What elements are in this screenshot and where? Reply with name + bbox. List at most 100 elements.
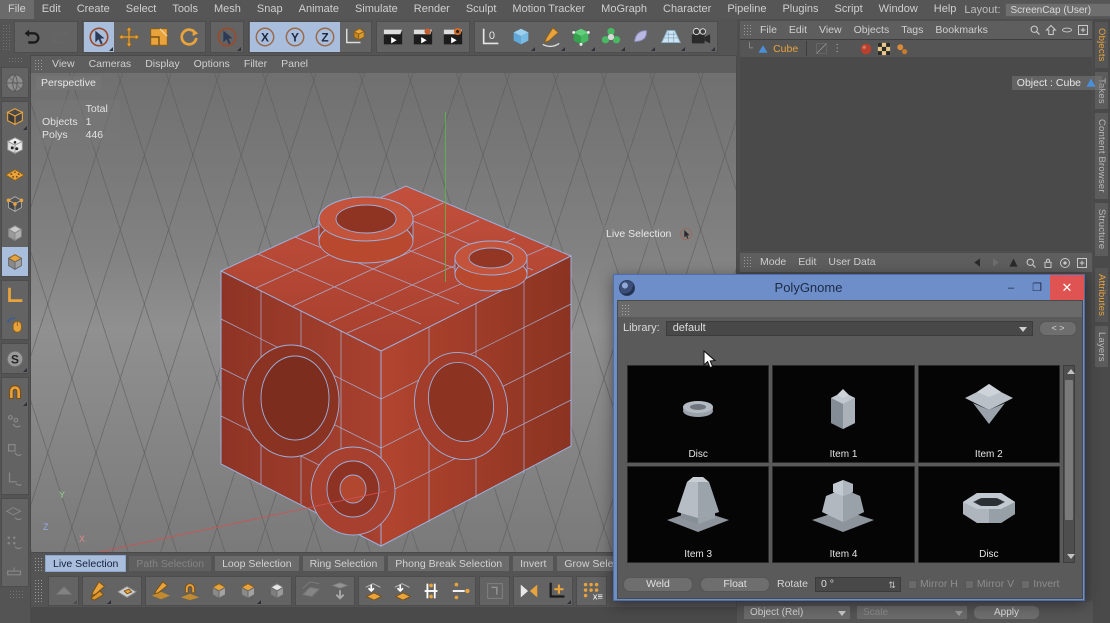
list-item[interactable]: Disc [627,365,769,463]
object-mode-select[interactable]: Object (Rel) [743,605,851,620]
selection-mode-button[interactable] [212,22,242,52]
viewport-menu-options[interactable]: Options [187,56,237,73]
toolbar-grip[interactable] [2,24,10,50]
eye-icon[interactable] [1061,24,1073,36]
menu-item-select[interactable]: Select [118,0,165,19]
menu-item-window[interactable]: Window [871,0,926,19]
object-manager-list[interactable]: └ Cube ⋮ [740,39,1092,251]
item-grid[interactable]: Disc Item 1 Item 2 [627,365,1075,563]
up-icon[interactable] [1007,256,1020,269]
grid-snap-button[interactable] [2,499,28,528]
viewport-menu-cameras[interactable]: Cameras [82,56,139,73]
disconnect-button[interactable] [446,577,475,605]
point-snap-button[interactable] [2,407,28,436]
phong-tag-icon[interactable] [895,42,909,56]
vtab-content-browser[interactable]: Content Browser [1094,112,1109,200]
menu-item-plugins[interactable]: Plugins [774,0,826,19]
weld-button[interactable]: Weld [623,577,693,592]
scrollbar-thumb[interactable] [1065,380,1073,520]
scroll-down-icon[interactable] [1067,554,1075,559]
rotate-tool-button[interactable] [174,22,204,52]
texture-tag-icon[interactable] [877,42,891,56]
back-icon[interactable] [971,256,984,269]
smooth-shift-button[interactable] [325,577,354,605]
vtab-layers[interactable]: Layers [1094,325,1109,369]
viewport-menu-panel[interactable]: Panel [274,56,315,73]
mograph-button[interactable] [596,22,626,52]
axis-z-button[interactable]: Z [310,22,340,52]
apply-button[interactable]: Apply [973,605,1040,620]
snap-options-nub[interactable] [23,364,27,372]
cube-primitive-button[interactable] [506,22,536,52]
list-item[interactable]: Disc [918,466,1060,564]
extrude-inner-button[interactable] [233,577,262,605]
forward-icon[interactable] [989,256,1002,269]
objmenu-view[interactable]: View [813,21,848,39]
layout-select[interactable]: ScreenCap (User) [1005,3,1110,17]
vtab-attributes[interactable]: Attributes [1094,267,1109,323]
objmenu-file[interactable]: File [754,21,783,39]
matrix-button[interactable]: x≡ [577,577,606,605]
menu-item-simulate[interactable]: Simulate [347,0,406,19]
scale-mode-select[interactable]: Scale [856,605,968,620]
mograph-menu-nub[interactable] [621,43,625,51]
axis-y-button[interactable]: Y [280,22,310,52]
rotate-stepper[interactable]: 0 ° ⇅ [815,577,901,592]
deformer-button[interactable] [626,22,656,52]
tab-ring-selection[interactable]: Ring Selection [302,555,386,572]
viewport-menu-view[interactable]: View [45,56,82,73]
visibility-dots-icon[interactable] [815,42,828,55]
menu-item-script[interactable]: Script [827,0,871,19]
nurbs-button[interactable] [566,22,596,52]
left-toolbar-grip-bottom[interactable] [9,590,23,598]
render-region-button[interactable] [408,22,438,52]
list-item[interactable]: Item 2 [918,365,1060,463]
undo-button[interactable] [16,22,46,52]
object-name[interactable]: Cube [773,43,798,55]
viewport-solo-button[interactable] [2,310,28,339]
dynamic-snap-button[interactable] [2,528,28,557]
attrmenu-edit[interactable]: Edit [792,253,822,272]
points-mode-button[interactable] [2,160,28,189]
objmenu-edit[interactable]: Edit [783,21,813,39]
menu-item-motion-tracker[interactable]: Motion Tracker [504,0,593,19]
selection-tabs-grip[interactable] [34,557,43,571]
render-settings-button[interactable] [438,22,468,52]
search-icon[interactable] [1025,257,1037,269]
menu-item-pipeline[interactable]: Pipeline [719,0,774,19]
dialog-toolbar-grip[interactable] [621,304,631,315]
polygon-mode-active-button[interactable] [2,247,28,276]
selection-mode-nub[interactable] [237,43,241,51]
deformer-menu-nub[interactable] [651,43,655,51]
object-manager-grip[interactable] [743,24,752,37]
library-select[interactable]: default [666,321,1033,336]
tab-live-selection[interactable]: Live Selection [45,555,126,572]
matrix-extrude-button[interactable] [262,577,291,605]
floor-menu-nub[interactable] [681,43,685,51]
lock-icon[interactable] [1042,257,1054,269]
spline-pen-button[interactable] [536,22,566,52]
axis-center-nub[interactable] [567,596,571,604]
close-button[interactable]: ✕ [1050,275,1084,300]
extrude-button[interactable] [204,577,233,605]
float-button[interactable]: Float [700,577,770,592]
target-icon[interactable] [1059,257,1071,269]
camera-menu-nub[interactable] [711,43,715,51]
attribute-manager-grip[interactable] [743,256,752,269]
menu-item-render[interactable]: Render [406,0,458,19]
menu-item-character[interactable]: Character [655,0,719,19]
menu-item-help[interactable]: Help [926,0,965,19]
list-item[interactable]: Item 4 [772,466,914,564]
make-editable-button[interactable] [2,68,28,97]
magnet-icon-button[interactable] [2,378,28,407]
scroll-up-icon[interactable] [1067,369,1075,374]
library-browse-button[interactable]: < > [1039,321,1077,336]
item-grid-scrollbar[interactable] [1063,365,1075,563]
menu-item-snap[interactable]: Snap [249,0,291,19]
objmenu-tags[interactable]: Tags [895,21,929,39]
home-icon[interactable] [1045,24,1057,36]
model-mode-button[interactable] [2,102,28,131]
menu-item-tools[interactable]: Tools [164,0,206,19]
tab-phong-break-selection[interactable]: Phong Break Selection [387,555,510,572]
normal-scale-button[interactable] [388,577,417,605]
